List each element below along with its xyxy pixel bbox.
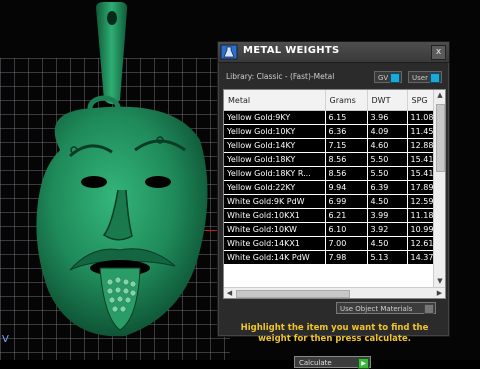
calculate-label: Calculate (299, 359, 332, 367)
table-cell: 4.50 (367, 236, 408, 251)
table-cell: 6.21 (325, 208, 368, 223)
library-label: Library: Classic - (Fast)-Metal (226, 72, 335, 81)
user-toggle-label: User (412, 74, 428, 82)
scroll-left-icon[interactable]: ◀ (224, 288, 235, 298)
scroll-up-icon[interactable]: ▲ (434, 90, 445, 101)
table-row[interactable]: White Gold:10KW 6.10 3.92 10.99 (224, 222, 438, 237)
table-cell: White Gold:9K PdW (224, 194, 326, 209)
table-cell: 5.50 (367, 152, 408, 167)
use-object-materials-toggle[interactable]: Use Object Materials (336, 302, 436, 314)
table-cell: 6.10 (325, 222, 368, 237)
gv-toggle[interactable]: GV (374, 71, 402, 83)
metal-weights-panel: METAL WEIGHTS x Library: Classic - (Fast… (217, 41, 450, 369)
horizontal-scrollbar[interactable]: ◀ ▶ (224, 287, 445, 298)
table-cell: 4.50 (367, 194, 408, 209)
user-toggle[interactable]: User (408, 71, 442, 83)
vertical-scrollbar[interactable]: ▲ ▼ (433, 90, 445, 287)
table-row[interactable]: Yellow Gold:9KY 6.15 3.96 11.08 (224, 110, 438, 125)
table-cell: Yellow Gold:18KY R... (224, 166, 326, 181)
table-cell: White Gold:10KW (224, 222, 326, 237)
scroll-right-icon[interactable]: ▶ (434, 288, 445, 298)
column-header-dwt[interactable]: DWT (367, 90, 408, 111)
table-row[interactable]: White Gold:10KX1 6.21 3.99 11.18 (224, 208, 438, 223)
mask-pendant-model[interactable] (0, 0, 230, 360)
table-cell: 7.98 (325, 250, 368, 265)
table-cell: 6.15 (325, 110, 368, 125)
toggle-switch-icon (390, 73, 400, 83)
table-cell: 9.94 (325, 180, 368, 195)
table-cell: White Gold:10KX1 (224, 208, 326, 223)
panel-titlebar[interactable]: METAL WEIGHTS x (218, 42, 449, 63)
close-button[interactable]: x (431, 45, 446, 60)
flask-icon (220, 44, 238, 60)
table-cell: 7.15 (325, 138, 368, 153)
table-cell: 3.96 (367, 110, 408, 125)
scroll-thumb-horizontal[interactable] (236, 290, 350, 298)
gv-toggle-label: GV (378, 74, 389, 82)
column-header-grams[interactable]: Grams (325, 90, 368, 111)
scroll-thumb[interactable] (436, 104, 445, 172)
instruction-hint: Highlight the item you want to find the … (240, 323, 429, 344)
table-cell: 8.56 (325, 166, 368, 181)
table-cell: Yellow Gold:18KY (224, 152, 326, 167)
table-cell: 7.00 (325, 236, 368, 251)
library-row: Library: Classic - (Fast)-Metal GV User (218, 68, 449, 88)
table-cell: 6.99 (325, 194, 368, 209)
table-row[interactable]: Yellow Gold:18KY 8.56 5.50 15.41 (224, 152, 438, 167)
table-cell: Yellow Gold:10KY (224, 124, 326, 139)
table-row[interactable]: Yellow Gold:14KY 7.15 4.60 12.88 (224, 138, 438, 153)
table-row[interactable]: Yellow Gold:22KY 9.94 6.39 17.89 (224, 180, 438, 195)
table-cell: 3.99 (367, 208, 408, 223)
table-cell: 5.13 (367, 250, 408, 265)
panel-title: METAL WEIGHTS (243, 45, 340, 56)
table-cell: 4.09 (367, 124, 408, 139)
table-cell: 6.36 (325, 124, 368, 139)
table-row[interactable]: White Gold:9K PdW 6.99 4.50 12.59 (224, 194, 438, 209)
table-cell: 3.92 (367, 222, 408, 237)
viewport-corner-label: V (2, 334, 9, 345)
table-row[interactable]: Yellow Gold:18KY R... 8.56 5.50 15.41 (224, 166, 438, 181)
table-row[interactable]: White Gold:14KX1 7.00 4.50 12.61 (224, 236, 438, 251)
metal-table[interactable]: Metal Grams DWT SPG Yellow Gold:9KY 6.15 3… (223, 89, 446, 299)
table-cell: White Gold:14K PdW (224, 250, 326, 265)
table-cell: Yellow Gold:22KY (224, 180, 326, 195)
table-row[interactable]: Yellow Gold:10KY 6.36 4.09 11.45 (224, 124, 438, 139)
table-cell: 6.39 (367, 180, 408, 195)
table-cell: Yellow Gold:9KY (224, 110, 326, 125)
table-cell: 8.56 (325, 152, 368, 167)
toggle-switch-icon (424, 304, 434, 314)
toggle-switch-icon (430, 73, 440, 83)
table-cell: 4.60 (367, 138, 408, 153)
scroll-down-icon[interactable]: ▼ (434, 276, 445, 287)
table-row[interactable]: White Gold:14K PdW 7.98 5.13 14.37 (224, 250, 438, 265)
column-header-metal[interactable]: Metal (224, 90, 326, 111)
table-cell: Yellow Gold:14KY (224, 138, 326, 153)
table-cell: 5.50 (367, 166, 408, 181)
table-cell: White Gold:14KX1 (224, 236, 326, 251)
calculate-button[interactable]: Calculate ▶ (294, 356, 371, 369)
use-object-materials-label: Use Object Materials (340, 305, 413, 313)
